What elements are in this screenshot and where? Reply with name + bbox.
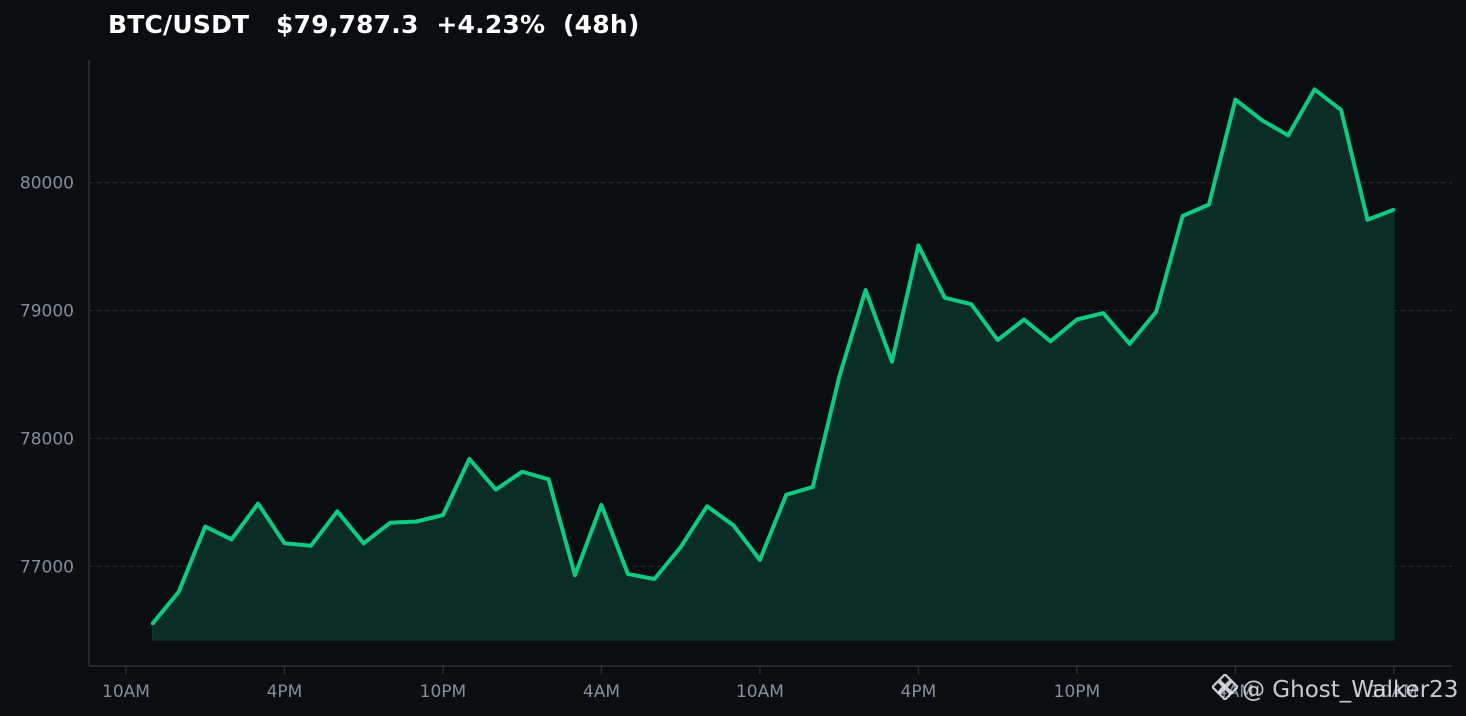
data-point [1286, 133, 1290, 137]
data-point [1075, 318, 1079, 322]
data-point [1101, 311, 1105, 315]
data-point [256, 502, 260, 506]
data-point [1207, 202, 1211, 206]
data-point [1233, 98, 1237, 102]
data-point [362, 541, 366, 545]
data-point [890, 360, 894, 364]
data-point [784, 493, 788, 497]
data-point [1048, 339, 1052, 343]
data-point [467, 457, 471, 461]
data-point [1022, 318, 1026, 322]
data-point [1154, 310, 1158, 314]
watermark-text: @ Ghost_Walker23 [1242, 677, 1459, 703]
x-tick-label: 4PM [901, 682, 937, 702]
y-tick-label: 77000 [20, 557, 74, 577]
x-tick-label: 10PM [420, 682, 467, 702]
data-point [626, 572, 630, 576]
price-chart: 77000 78000 79000 80000 10AM 4PM 10PM 4AM 10AM 4… [20, 60, 1452, 702]
y-tick-label: 78000 [20, 429, 74, 449]
x-tick-label: 4PM [267, 682, 303, 702]
data-point [599, 503, 603, 507]
data-point [282, 541, 286, 545]
data-point [837, 375, 841, 379]
watermark: @ Ghost_Walker23 [1210, 672, 1459, 706]
data-point [679, 545, 683, 549]
data-point [415, 520, 419, 524]
data-point [652, 577, 656, 581]
data-point [1260, 118, 1264, 122]
price-area-fill [151, 88, 1395, 641]
data-point [1313, 87, 1317, 91]
binance-logo-icon [1210, 672, 1240, 706]
data-point [1128, 342, 1132, 346]
data-point [864, 288, 868, 292]
data-point [1365, 218, 1369, 222]
data-point [441, 513, 445, 517]
x-tick-label: 10PM [1054, 682, 1101, 702]
data-point [230, 537, 234, 541]
data-point [1181, 214, 1185, 218]
data-point [1392, 208, 1396, 212]
data-point [943, 296, 947, 300]
data-point [547, 477, 551, 481]
x-tick-label: 4AM [583, 682, 620, 702]
data-point [1339, 108, 1343, 112]
data-point [335, 509, 339, 513]
data-point [388, 521, 392, 525]
data-point [969, 302, 973, 306]
data-point [309, 544, 313, 548]
x-tick-label: 10AM [736, 682, 784, 702]
data-point [177, 590, 181, 594]
data-point [811, 485, 815, 489]
y-tick-label: 79000 [20, 302, 74, 322]
data-point [732, 523, 736, 527]
data-point [494, 488, 498, 492]
data-point [573, 573, 577, 577]
data-point [203, 525, 207, 529]
y-tick-label: 80000 [20, 174, 74, 194]
data-point [996, 338, 1000, 342]
data-point [758, 558, 762, 562]
data-point [705, 504, 709, 508]
y-axis-ticks: 77000 78000 79000 80000 [20, 174, 74, 578]
data-point [150, 622, 154, 626]
data-point [520, 470, 524, 474]
data-point [916, 243, 920, 247]
x-tick-label: 10AM [102, 682, 150, 702]
